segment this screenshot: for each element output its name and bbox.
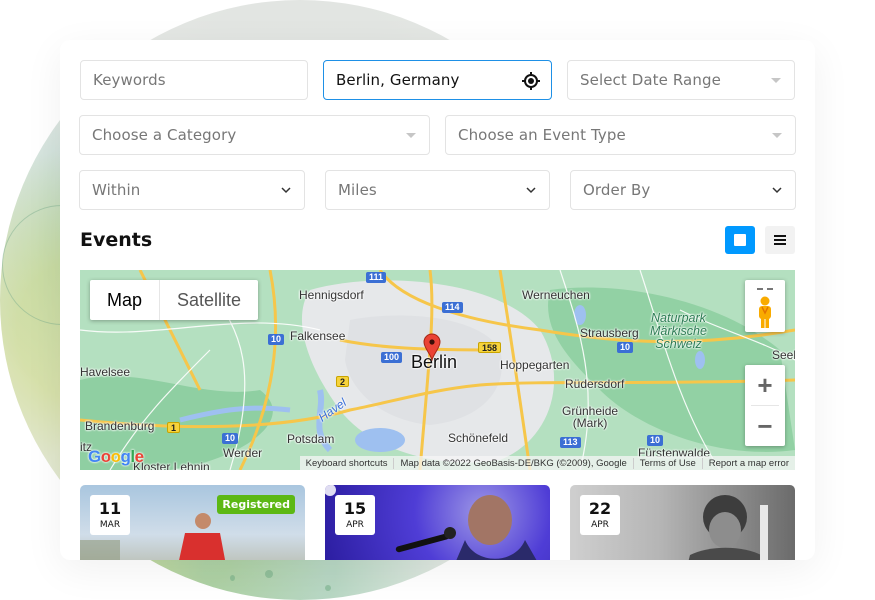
registered-badge: Registered [217, 495, 295, 514]
category-select[interactable]: Choose a Category [79, 115, 430, 155]
events-heading: Events [80, 229, 153, 251]
decorative-dot [230, 575, 235, 581]
map-label: Naturpark Märkische Schweiz [650, 311, 707, 351]
chevron-down-icon [772, 187, 782, 194]
report-map-error-link[interactable]: Report a map error [701, 457, 795, 469]
event-search-panel: Keywords Berlin, Germany Select Date Ran… [60, 40, 815, 560]
event-month: APR [591, 520, 609, 530]
map-type-satellite-button[interactable]: Satellite [160, 280, 258, 320]
units-selected: Miles [338, 181, 377, 199]
events-map[interactable]: Hennigsdorf Werneuchen Falkensee Strausb… [80, 270, 795, 470]
map-label: Kloster Lehnin [133, 460, 210, 470]
list-view-button[interactable] [765, 226, 795, 254]
location-value: Berlin, Germany [336, 71, 460, 89]
page: Keywords Berlin, Germany Select Date Ran… [0, 0, 875, 600]
zoom-in-button[interactable]: + [745, 365, 785, 405]
map-label: Hoppegarten [500, 358, 570, 372]
dropdown-caret-icon [772, 133, 782, 138]
list-view-icon [774, 235, 786, 245]
road-shield: 158 [478, 342, 502, 353]
road-shield: 113 [560, 437, 581, 448]
location-input[interactable]: Berlin, Germany [323, 60, 552, 100]
event-month: APR [346, 520, 364, 530]
road-shield: 114 [442, 302, 463, 313]
within-selected: Within [92, 181, 141, 199]
terms-of-use-link[interactable]: Terms of Use [632, 457, 702, 469]
event-day: 15 [343, 499, 367, 518]
event-type-placeholder: Choose an Event Type [458, 126, 626, 144]
chevron-down-icon [281, 187, 291, 194]
keyboard-shortcuts-link[interactable]: Keyboard shortcuts [300, 458, 394, 469]
map-label: Strausberg [580, 326, 639, 340]
zoom-out-button[interactable]: − [745, 406, 785, 446]
event-card[interactable]: 15 APR [325, 485, 550, 560]
event-date-badge: 11 MAR [90, 495, 130, 535]
road-shield: 10 [647, 435, 664, 446]
map-zoom-control: + − [745, 365, 785, 446]
event-card[interactable]: 22 APR [570, 485, 795, 560]
road-shield: 2 [336, 376, 350, 387]
map-label: Seel [772, 348, 795, 362]
map-attribution-bar: Keyboard shortcuts Map data ©2022 GeoBas… [299, 456, 795, 470]
date-range-placeholder: Select Date Range [580, 71, 721, 89]
order-by-selected: Order By [583, 181, 651, 199]
chevron-down-icon [526, 187, 536, 194]
date-range-select[interactable]: Select Date Range [567, 60, 795, 100]
street-view-pegman-button[interactable] [745, 280, 785, 332]
within-select[interactable]: Within [79, 170, 305, 210]
event-date-badge: 15 APR [335, 495, 375, 535]
map-label: Falkensee [290, 329, 346, 343]
map-label: Rüdersdorf [565, 377, 625, 391]
map-data-credit: Map data ©2022 GeoBasis-DE/BKG (©2009), … [393, 457, 632, 469]
road-shield: 111 [366, 272, 387, 283]
category-placeholder: Choose a Category [92, 126, 237, 144]
map-label: Schönefeld [448, 431, 509, 445]
map-label: Hennigsdorf [299, 288, 364, 302]
order-by-select[interactable]: Order By [570, 170, 796, 210]
decorative-dot [325, 585, 331, 591]
dropdown-caret-icon [771, 78, 781, 83]
event-day: 22 [588, 499, 612, 518]
road-shield: 10 [222, 433, 239, 444]
map-label: Havelsee [80, 365, 131, 379]
map-type-map-button[interactable]: Map [90, 280, 161, 320]
map-label: Werneuchen [522, 288, 590, 302]
event-card[interactable]: 11 MAR Registered [80, 485, 305, 560]
locate-target-icon[interactable] [521, 71, 541, 91]
map-marker-icon[interactable] [423, 333, 441, 361]
dropdown-caret-icon [406, 133, 416, 138]
road-shield: 100 [381, 352, 403, 363]
map-label: Werder [223, 446, 263, 460]
road-shield: 1 [167, 422, 181, 433]
event-type-select[interactable]: Choose an Event Type [445, 115, 796, 155]
road-shield: 10 [617, 342, 634, 353]
event-month: MAR [99, 520, 121, 530]
units-select[interactable]: Miles [325, 170, 550, 210]
map-label: Potsdam [287, 432, 335, 446]
google-logo[interactable]: Google [88, 447, 144, 467]
map-label: Grünheide (Mark) [562, 404, 619, 430]
decorative-dot [265, 570, 273, 578]
pegman-icon [757, 288, 773, 328]
keywords-placeholder: Keywords [93, 71, 166, 89]
map-type-control: Map Satellite [90, 280, 259, 320]
event-day: 11 [98, 499, 122, 518]
map-label: Brandenburg [85, 419, 155, 433]
grid-view-button[interactable] [725, 226, 755, 254]
grid-view-icon [734, 234, 746, 246]
event-date-badge: 22 APR [580, 495, 620, 535]
road-shield: 10 [268, 334, 285, 345]
keywords-input[interactable]: Keywords [80, 60, 308, 100]
